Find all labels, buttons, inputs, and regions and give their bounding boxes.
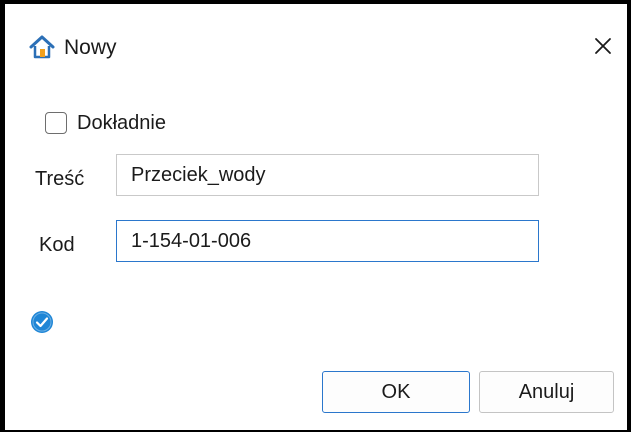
content-input[interactable]	[116, 154, 539, 196]
content-label: Treść	[35, 168, 85, 190]
new-dialog: Nowy Dokładnie Treść Kod OK Anuluj	[0, 0, 631, 432]
title-bar: Nowy	[5, 4, 627, 84]
exact-checkbox-label[interactable]: Dokładnie	[77, 112, 166, 135]
house-icon	[29, 35, 55, 59]
check-circle-icon	[31, 311, 53, 333]
window-title: Nowy	[64, 36, 117, 59]
close-icon	[595, 38, 611, 54]
exact-checkbox-row[interactable]: Dokładnie	[45, 109, 166, 137]
code-label: Kod	[39, 234, 75, 256]
close-button[interactable]	[583, 26, 623, 66]
code-input[interactable]	[116, 220, 539, 262]
exact-checkbox[interactable]	[45, 112, 67, 134]
ok-button[interactable]: OK	[322, 371, 470, 413]
cancel-button[interactable]: Anuluj	[479, 371, 614, 413]
